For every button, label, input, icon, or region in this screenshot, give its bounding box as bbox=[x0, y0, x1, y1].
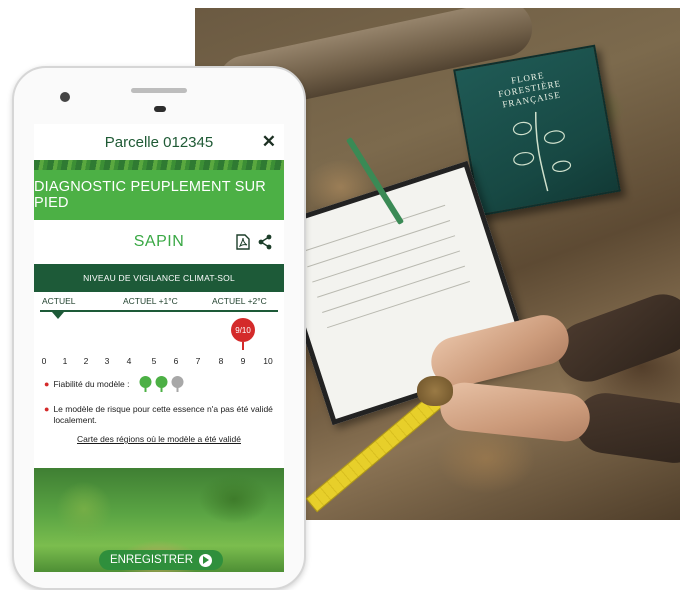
reliability-row: ● Fiabilité du modèle : bbox=[34, 372, 284, 392]
score-marker bbox=[242, 342, 244, 350]
score-badge: 9/10 bbox=[231, 318, 255, 342]
tab-actuel-plus-1[interactable]: ACTUEL +1°C bbox=[123, 296, 178, 306]
soil-sample bbox=[417, 376, 453, 406]
speaker bbox=[131, 88, 187, 93]
scale-tick: 2 bbox=[83, 356, 89, 366]
scale-tick: 10 bbox=[263, 356, 273, 366]
note-text: Le modèle de risque pour cette essence n… bbox=[53, 404, 273, 425]
scale-tick: 7 bbox=[195, 356, 201, 366]
pdf-icon[interactable] bbox=[236, 234, 250, 250]
scale-tick: 5 bbox=[151, 356, 157, 366]
tree-icon bbox=[155, 376, 168, 392]
camera bbox=[60, 92, 70, 102]
scale-tick: 9 bbox=[240, 356, 246, 366]
tab-actuel-plus-2[interactable]: ACTUEL +2°C bbox=[212, 296, 267, 306]
phone-mockup: Parcelle 012345 ✕ DIAGNOSTIC PEUPLEMENT … bbox=[12, 66, 306, 590]
scale-tick: 3 bbox=[104, 356, 110, 366]
model-note: ● Le modèle de risque pour cette essence… bbox=[34, 392, 284, 426]
bullet-icon: ● bbox=[44, 379, 50, 389]
plant-illustration bbox=[512, 111, 572, 192]
reliability-label: Fiabilité du modèle : bbox=[53, 379, 130, 389]
tree-icon bbox=[171, 376, 184, 392]
scale-tick: 8 bbox=[218, 356, 224, 366]
scale-tick: 4 bbox=[126, 356, 132, 366]
validated-regions-link[interactable]: Carte des régions où le modèle a été val… bbox=[34, 434, 284, 444]
page-title: Parcelle 012345 bbox=[104, 133, 214, 151]
save-button[interactable]: ENREGISTRER bbox=[99, 550, 223, 570]
diagnostic-banner: DIAGNOSTIC PEUPLEMENT SUR PIED bbox=[34, 170, 284, 220]
bullet-icon: ● bbox=[44, 404, 50, 414]
reliability-trees bbox=[138, 376, 185, 392]
tab-actuel[interactable]: ACTUEL bbox=[42, 296, 76, 306]
top-bar: Parcelle 012345 ✕ bbox=[34, 124, 284, 160]
scale-tick: 1 bbox=[62, 356, 68, 366]
species-row: SAPIN bbox=[34, 220, 284, 264]
sleeve-lower bbox=[571, 389, 680, 467]
tree-icon bbox=[139, 376, 152, 392]
scale-tick: 6 bbox=[173, 356, 179, 366]
app-screen: Parcelle 012345 ✕ DIAGNOSTIC PEUPLEMENT … bbox=[34, 124, 284, 572]
save-button-label: ENREGISTRER bbox=[109, 554, 194, 566]
leaf-banner bbox=[34, 160, 284, 170]
field-guide-book: FLORE FORESTIÈRE FRANÇAISE bbox=[453, 44, 621, 217]
close-icon[interactable]: ✕ bbox=[262, 132, 276, 152]
share-icon[interactable] bbox=[258, 234, 272, 250]
scenario-tabs: ACTUEL ACTUEL +1°C ACTUEL +2°C bbox=[34, 296, 284, 319]
earpiece bbox=[154, 106, 166, 112]
species-name: SAPIN bbox=[133, 233, 185, 250]
scale-tick: 0 bbox=[41, 356, 47, 366]
hand-lower bbox=[437, 380, 593, 444]
forest-footer-image: ENREGISTRER bbox=[34, 468, 284, 572]
play-icon bbox=[199, 553, 213, 567]
vigilance-header: NIVEAU DE VIGILANCE CLIMAT-SOL bbox=[34, 264, 284, 292]
vigilance-gauge: 9/10 0 1 2 3 4 5 6 7 8 9 10 bbox=[34, 312, 284, 372]
